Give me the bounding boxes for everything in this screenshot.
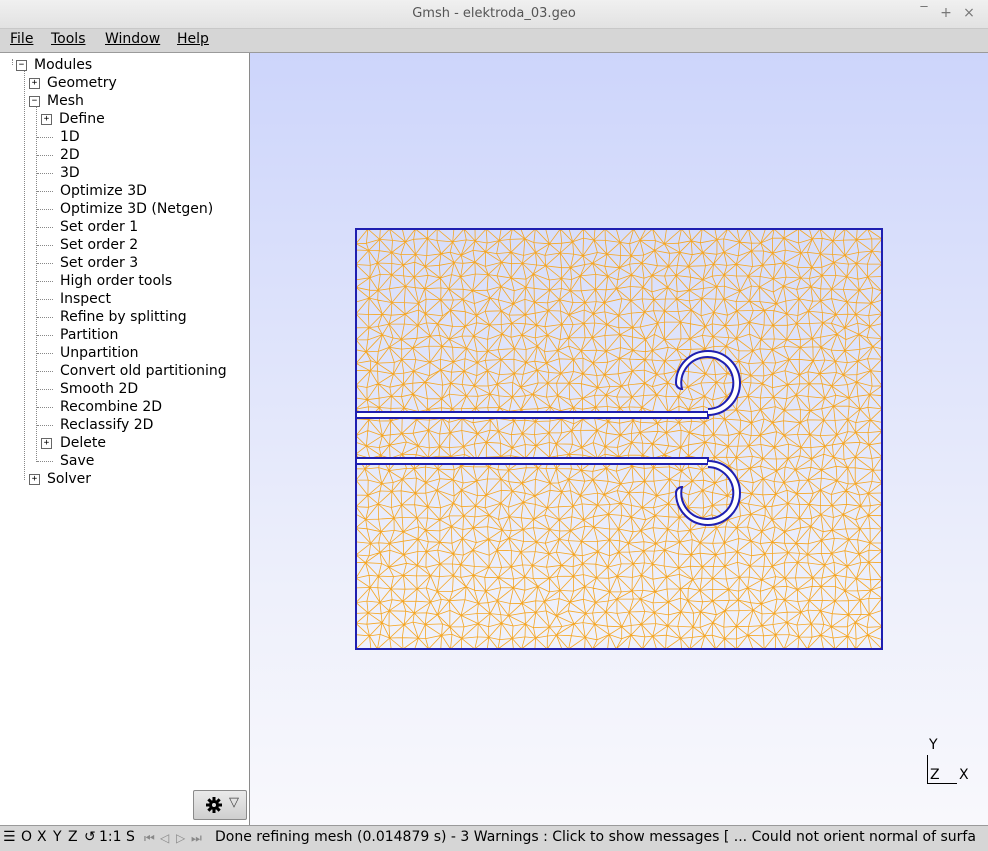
tree-item-optimize-3d-netgen[interactable]: Optimize 3D (Netgen) — [60, 200, 213, 218]
tree-item-set-order-1[interactable]: Set order 1 — [60, 218, 138, 236]
view-y-button[interactable]: Y — [53, 829, 62, 845]
tree-line — [37, 155, 53, 156]
tree-line — [37, 335, 53, 336]
tree-line — [37, 299, 53, 300]
menu-toggle-icon[interactable]: ☰ — [3, 829, 16, 845]
tree-line — [37, 281, 53, 282]
last-step-icon[interactable]: ⏭ — [191, 831, 202, 846]
prev-step-icon[interactable]: ◁ — [160, 831, 169, 845]
view-x-button[interactable]: X — [37, 829, 47, 845]
menu-file-label: File — [10, 31, 34, 47]
next-step-icon[interactable]: ▷ — [176, 831, 185, 845]
dropdown-arrow-icon: ▽ — [229, 795, 239, 810]
expand-icon[interactable]: + — [29, 78, 40, 89]
tree-item-recombine-2d[interactable]: Recombine 2D — [60, 398, 162, 416]
axis-x-line — [927, 783, 957, 784]
expand-icon[interactable]: + — [29, 474, 40, 485]
tree-item-unpartition[interactable]: Unpartition — [60, 344, 139, 362]
tree-line — [37, 353, 53, 354]
electrode-curl-bottom — [674, 460, 741, 526]
status-bar: ☰ O X Y Z ↺ 1:1 S ⏮ ◁ ▷ ⏭ Done refining … — [0, 825, 988, 851]
menu-bar: File Tools Window Help — [0, 29, 988, 53]
tree-item-2d[interactable]: 2D — [60, 146, 80, 164]
tree-item-optimize-3d[interactable]: Optimize 3D — [60, 182, 147, 200]
tree-options-button[interactable]: ▽ — [193, 790, 247, 820]
menu-help[interactable]: Help — [177, 31, 209, 47]
mesh-canvas[interactable] — [250, 53, 988, 825]
electrode-strip-top — [355, 411, 709, 419]
tree-line — [37, 173, 53, 174]
minimize-button[interactable]: ‾ — [916, 5, 932, 21]
tree-item-inspect[interactable]: Inspect — [60, 290, 111, 308]
tree-item-label: Geometry — [47, 75, 117, 91]
tree-line — [12, 59, 13, 65]
collapse-icon[interactable]: − — [29, 96, 40, 107]
tree-item-1d[interactable]: 1D — [60, 128, 80, 146]
tree-line — [37, 425, 53, 426]
axis-y-label: Y — [929, 737, 938, 753]
collapse-icon[interactable]: − — [16, 60, 27, 71]
tree-line — [37, 227, 53, 228]
tree-item-partition[interactable]: Partition — [60, 326, 118, 344]
rotate-icon[interactable]: ↺ — [84, 829, 96, 845]
expand-icon[interactable]: + — [41, 438, 52, 449]
tree-item-refine-by-splitting[interactable]: Refine by splitting — [60, 308, 187, 326]
maximize-button[interactable]: + — [938, 5, 954, 21]
axis-y-line — [927, 755, 928, 783]
axis-x-label: X — [959, 767, 969, 783]
scale-button[interactable]: 1:1 — [99, 829, 122, 845]
tree-item-set-order-3[interactable]: Set order 3 — [60, 254, 138, 272]
menu-file[interactable]: File — [10, 31, 33, 47]
tree-item-3d[interactable]: 3D — [60, 164, 80, 182]
tree-line — [37, 263, 53, 264]
tree-item-reclassify-2d[interactable]: Reclassify 2D — [60, 416, 153, 434]
menu-window[interactable]: Window — [105, 31, 160, 47]
tree-line — [37, 245, 53, 246]
expand-icon[interactable]: + — [41, 114, 52, 125]
module-tree: − Modules + Geometry − Mesh + Define 1D … — [0, 53, 250, 825]
menu-tools-label: Tools — [51, 31, 86, 47]
tree-line — [37, 137, 53, 138]
view-origin-button[interactable]: O — [21, 829, 32, 845]
tree-item-label: Modules — [34, 57, 93, 73]
electrode-strip-bottom — [355, 457, 709, 465]
menu-help-label: Help — [177, 31, 209, 47]
tree-line — [37, 209, 53, 210]
mesh-triangles — [355, 228, 883, 650]
tree-line — [37, 317, 53, 318]
tree-line — [37, 191, 53, 192]
tree-item-label: Define — [59, 111, 105, 127]
tree-item-save[interactable]: Save — [60, 452, 94, 470]
menu-window-label: Window — [105, 31, 161, 47]
view-z-button[interactable]: Z — [68, 829, 78, 845]
close-button[interactable]: × — [961, 5, 977, 21]
tree-line — [37, 371, 53, 372]
tree-line — [24, 65, 25, 480]
tree-item-label: Mesh — [47, 93, 84, 109]
tree-item-label: Delete — [60, 435, 106, 451]
tree-item-convert-old-partitioning[interactable]: Convert old partitioning — [60, 362, 227, 380]
tree-line — [37, 407, 53, 408]
window-title: Gmsh - elektroda_03.geo — [412, 6, 576, 21]
tree-item-high-order-tools[interactable]: High order tools — [60, 272, 172, 290]
tree-item-smooth-2d[interactable]: Smooth 2D — [60, 380, 138, 398]
tree-line — [37, 461, 53, 462]
tree-item-label: Solver — [47, 471, 91, 487]
tree-line — [37, 389, 53, 390]
select-s-button[interactable]: S — [126, 829, 135, 845]
graphics-viewport[interactable]: Y Z X — [250, 53, 988, 825]
axis-z-label: Z — [930, 767, 940, 783]
status-message[interactable]: Done refining mesh (0.014879 s) - 3 Warn… — [215, 829, 988, 845]
tree-item-set-order-2[interactable]: Set order 2 — [60, 236, 138, 254]
menu-tools[interactable]: Tools — [51, 31, 86, 47]
first-step-icon[interactable]: ⏮ — [144, 831, 155, 846]
title-bar: Gmsh - elektroda_03.geo ‾ + × — [0, 0, 988, 29]
